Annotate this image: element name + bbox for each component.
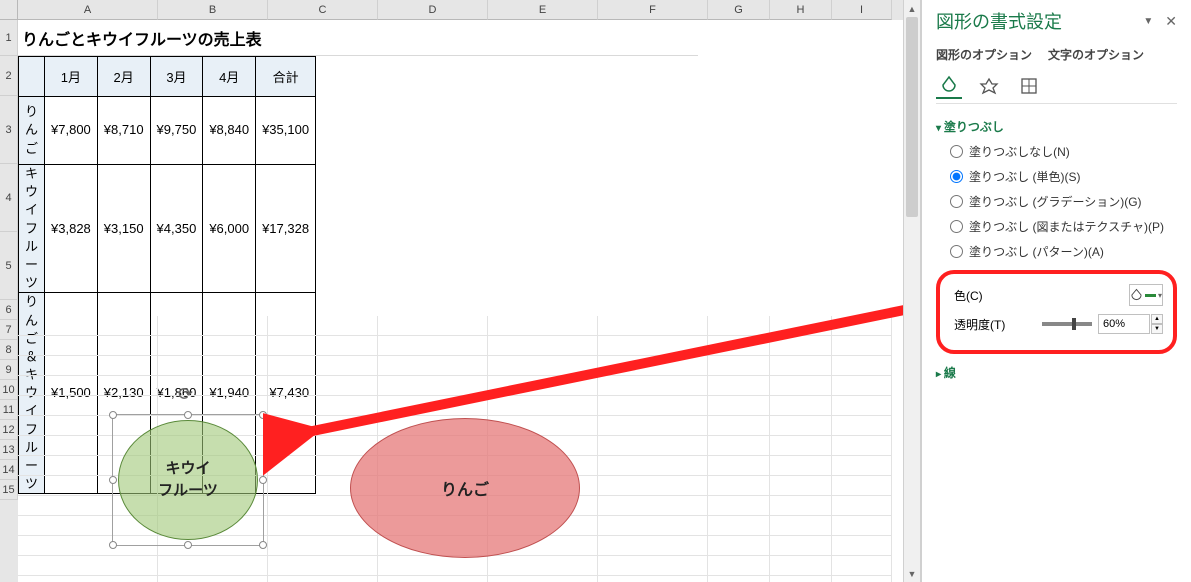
- scroll-up-button[interactable]: ▲: [904, 0, 920, 17]
- paint-bucket-icon: [1130, 288, 1143, 302]
- row-header[interactable]: 6: [0, 300, 18, 320]
- table-cell[interactable]: ¥8,710: [97, 97, 150, 165]
- resize-handle[interactable]: [109, 411, 117, 419]
- scroll-thumb[interactable]: [906, 17, 918, 217]
- effects-icon[interactable]: [976, 73, 1002, 99]
- fill-none-radio[interactable]: 塗りつぶしなし(N): [950, 143, 1177, 160]
- row-header[interactable]: 1: [0, 20, 18, 56]
- row-headers: 1 2 3 4 5 6 7 8 9 10 11 12 13 14 15: [0, 0, 18, 582]
- column-headers: ABCDEFGHI: [18, 0, 920, 20]
- column-header[interactable]: E: [488, 0, 598, 20]
- rotate-handle-icon[interactable]: ⟳: [178, 384, 198, 404]
- shape-apple-ellipse[interactable]: りんご: [350, 418, 580, 558]
- transparency-input[interactable]: [1098, 314, 1150, 334]
- resize-handle[interactable]: [109, 541, 117, 549]
- column-header[interactable]: B: [158, 0, 268, 20]
- fill-gradient-radio[interactable]: 塗りつぶし (グラデーション)(G): [950, 193, 1177, 210]
- vertical-scrollbar[interactable]: ▲ ▼: [903, 0, 920, 582]
- column-header[interactable]: C: [268, 0, 378, 20]
- spreadsheet-area: 1 2 3 4 5 6 7 8 9 10 11 12 13 14 15 ABCD…: [0, 0, 921, 582]
- highlighted-controls: 色(C) ▾ 透明度(T) ▲ ▼: [936, 270, 1177, 354]
- row-header[interactable]: 4: [0, 164, 18, 232]
- row-header[interactable]: 5: [0, 232, 18, 300]
- size-properties-icon[interactable]: [1016, 73, 1042, 99]
- fill-line-icon[interactable]: [936, 73, 962, 99]
- tab-text-options[interactable]: 文字のオプション: [1048, 46, 1144, 63]
- transparency-label: 透明度(T): [954, 316, 1042, 333]
- row-header[interactable]: 2: [0, 56, 18, 96]
- table-cell[interactable]: ¥3,150: [97, 165, 150, 293]
- row-header[interactable]: 8: [0, 340, 18, 360]
- format-shape-pane: 図形の書式設定 ▼ ✕ 図形のオプション 文字のオプション 塗りつぶし 塗りつぶ…: [921, 0, 1191, 582]
- row-label[interactable]: キウイフルーツ: [19, 165, 45, 293]
- resize-handle[interactable]: [259, 476, 267, 484]
- select-all-corner[interactable]: [0, 0, 18, 20]
- fill-solid-radio[interactable]: 塗りつぶし (単色)(S): [950, 168, 1177, 185]
- table-title[interactable]: りんごとキウイフルーツの売上表: [18, 20, 698, 56]
- table-header[interactable]: 4月: [203, 57, 256, 97]
- table-cell[interactable]: ¥6,000: [203, 165, 256, 293]
- table-cell[interactable]: ¥3,828: [45, 165, 98, 293]
- resize-handle[interactable]: [184, 541, 192, 549]
- table-header[interactable]: 3月: [150, 57, 203, 97]
- section-line[interactable]: 線: [936, 364, 1177, 381]
- table-header[interactable]: [19, 57, 45, 97]
- transparency-slider[interactable]: [1042, 322, 1092, 326]
- column-header[interactable]: D: [378, 0, 488, 20]
- color-label: 色(C): [954, 287, 1129, 304]
- row-header[interactable]: 13: [0, 440, 18, 460]
- spin-down-button[interactable]: ▼: [1151, 324, 1163, 334]
- table-cell[interactable]: ¥35,100: [256, 97, 316, 165]
- resize-handle[interactable]: [109, 476, 117, 484]
- resize-handle[interactable]: [259, 541, 267, 549]
- table-header[interactable]: 合計: [256, 57, 316, 97]
- table-cell[interactable]: ¥8,840: [203, 97, 256, 165]
- section-fill[interactable]: 塗りつぶし: [936, 118, 1177, 135]
- row-header[interactable]: 7: [0, 320, 18, 340]
- fill-color-button[interactable]: ▾: [1129, 284, 1163, 306]
- pane-title: 図形の書式設定: [936, 8, 1062, 34]
- row-header[interactable]: 11: [0, 400, 18, 420]
- column-header[interactable]: G: [708, 0, 770, 20]
- column-header[interactable]: I: [832, 0, 892, 20]
- row-label[interactable]: りんご: [19, 97, 45, 165]
- shape-text[interactable]: りんご: [350, 418, 580, 558]
- row-header[interactable]: 10: [0, 380, 18, 400]
- fill-pattern-radio[interactable]: 塗りつぶし (パターン)(A): [950, 243, 1177, 260]
- scroll-down-button[interactable]: ▼: [904, 565, 920, 582]
- column-header[interactable]: A: [18, 0, 158, 20]
- fill-picture-radio[interactable]: 塗りつぶし (図またはテクスチャ)(P): [950, 218, 1177, 235]
- column-header[interactable]: F: [598, 0, 708, 20]
- close-icon[interactable]: ✕: [1165, 13, 1177, 30]
- tab-shape-options[interactable]: 図形のオプション: [936, 46, 1032, 63]
- row-header[interactable]: 12: [0, 420, 18, 440]
- selection-handles: [112, 414, 264, 546]
- row-header[interactable]: 15: [0, 480, 18, 500]
- resize-handle[interactable]: [259, 411, 267, 419]
- table-cell[interactable]: ¥4,350: [150, 165, 203, 293]
- column-header[interactable]: H: [770, 0, 832, 20]
- pane-menu-icon[interactable]: ▼: [1143, 16, 1153, 27]
- row-header[interactable]: 9: [0, 360, 18, 380]
- row-header[interactable]: 3: [0, 96, 18, 164]
- table-cell[interactable]: ¥7,800: [45, 97, 98, 165]
- spin-up-button[interactable]: ▲: [1151, 314, 1163, 324]
- table-cell[interactable]: ¥9,750: [150, 97, 203, 165]
- shape-kiwi-ellipse[interactable]: ⟳ キウイフルーツ: [118, 420, 258, 540]
- resize-handle[interactable]: [184, 411, 192, 419]
- table-header[interactable]: 1月: [45, 57, 98, 97]
- row-header[interactable]: 14: [0, 460, 18, 480]
- table-cell[interactable]: ¥17,328: [256, 165, 316, 293]
- table-header[interactable]: 2月: [97, 57, 150, 97]
